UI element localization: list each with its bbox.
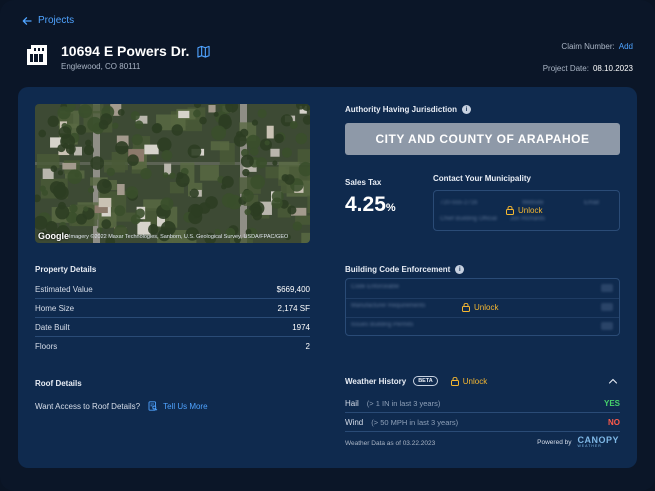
back-label: Projects <box>38 15 75 26</box>
table-row: Estimated Value $669,400 <box>35 280 310 299</box>
row-label: Estimated Value <box>35 284 93 294</box>
lock-icon <box>450 376 459 386</box>
status-badge: YES <box>603 398 620 408</box>
code-enforcement-title: Building Code Enforcement <box>345 265 451 274</box>
row-criteria: (> 50 MPH in last 3 years) <box>371 417 459 427</box>
contact-locked-box: 720-555-2716 Website Email Chief Buildin… <box>433 190 620 231</box>
code-enforcement-locked-box: Code Enforceable Manufacturer Requiremen… <box>345 278 620 336</box>
google-logo: Google <box>38 231 69 241</box>
blurred-phone: 720-555-2716 <box>440 200 478 206</box>
row-value: 2 <box>305 342 310 351</box>
property-address: 10694 E Powers Dr. <box>61 43 190 59</box>
tell-us-more-label: Tell Us More <box>163 401 208 411</box>
canopy-logo: CANOPY WEATHER <box>577 436 619 449</box>
map-attribution: Imagery ©2022 Maxar Technologies, Sanbor… <box>69 234 289 240</box>
blurred-row: Code Enforceable <box>351 284 400 290</box>
row-label: Date Built <box>35 322 70 332</box>
property-details-table: Estimated Value $669,400 Home Size 2,174 S… <box>35 280 310 356</box>
table-row: Floors 2 <box>35 337 310 356</box>
weather-history-table: Hail (> 1 IN in last 3 years) YES Wind (… <box>345 394 620 432</box>
blurred-chip <box>601 284 613 292</box>
property-card: Google Imagery ©2022 Maxar Technologies,… <box>18 87 637 468</box>
document-search-icon <box>148 401 158 411</box>
blurred-row: Issues Building Permits <box>351 322 414 328</box>
property-city: Englewood, CO 80111 <box>61 62 141 71</box>
row-label: Wind <box>345 417 364 427</box>
row-value: 2,174 SF <box>277 303 310 313</box>
satellite-map[interactable]: Google Imagery ©2022 Maxar Technologies,… <box>35 104 310 243</box>
row-value: 1974 <box>292 322 310 332</box>
app-window: Projects 10694 E Powers Dr. Englewood, C… <box>0 0 655 491</box>
blurred-chip <box>601 303 613 311</box>
page-title: 10694 E Powers Dr. <box>61 43 211 59</box>
tell-us-more-link[interactable]: Tell Us More <box>148 401 208 411</box>
powered-by: Powered by CANOPY WEATHER <box>537 436 619 449</box>
row-value: $669,400 <box>276 284 310 294</box>
claim-number: Claim Number: Add <box>561 42 633 51</box>
contact-heading: Contact Your Municipality <box>433 174 531 183</box>
beta-badge: BETA <box>413 376 438 386</box>
divider <box>346 317 619 318</box>
back-to-projects-link[interactable]: Projects <box>22 15 74 26</box>
row-label: Hail <box>345 398 359 408</box>
code-enforcement-unlock-button[interactable]: Unlock <box>462 303 498 312</box>
satellite-image <box>35 104 310 243</box>
property-details-heading: Property Details <box>35 265 97 274</box>
table-row: Date Built 1974 <box>35 318 310 337</box>
unlock-label: Unlock <box>518 206 543 215</box>
ahj-title: Authority Having Jurisdiction <box>345 105 458 114</box>
date-label: Project Date: <box>542 64 589 73</box>
table-row: Wind (> 50 MPH in last 3 years) NO <box>345 413 620 432</box>
row-label: Home Size <box>35 303 75 313</box>
divider <box>346 298 619 299</box>
weather-unlock-button[interactable]: Unlock <box>450 376 488 386</box>
weather-history-header: Weather History BETA Unlock <box>345 376 620 386</box>
sales-tax-number: 4.25 <box>345 193 386 216</box>
canopy-sub: WEATHER <box>577 444 602 448</box>
contact-unlock-button[interactable]: Unlock <box>506 206 542 215</box>
roof-details-heading: Roof Details <box>35 379 82 388</box>
sales-tax-unit: % <box>385 202 396 214</box>
date-value: 08.10.2023 <box>592 64 633 73</box>
roof-question: Want Access to Roof Details? <box>35 401 141 411</box>
weather-as-of: Weather Data as of 03.22.2023 <box>345 440 436 447</box>
project-date: Project Date: 08.10.2023 <box>543 64 633 73</box>
blurred-role: Chief Building Official <box>440 216 497 222</box>
lock-icon <box>506 206 514 215</box>
row-label: Floors <box>35 342 58 351</box>
powered-by-label: Powered by <box>537 438 572 446</box>
row-criteria: (> 1 IN in last 3 years) <box>366 398 441 408</box>
status-badge: NO <box>608 417 620 427</box>
blurred-email: Email <box>584 200 600 206</box>
unlock-label: Unlock <box>462 376 488 386</box>
building-logo-icon <box>27 45 47 65</box>
add-claim-link[interactable]: Add <box>619 42 633 51</box>
chevron-up-icon[interactable] <box>608 376 618 386</box>
roof-details-prompt: Want Access to Roof Details? Tell Us Mor… <box>35 401 208 411</box>
blurred-name: Jon Richards <box>510 216 546 222</box>
sales-tax-value: 4.25% <box>345 193 396 217</box>
table-row: Hail (> 1 IN in last 3 years) YES <box>345 394 620 413</box>
claim-label: Claim Number: <box>561 42 615 51</box>
table-row: Home Size 2,174 SF <box>35 299 310 318</box>
ahj-value: CITY AND COUNTY OF ARAPAHOE <box>345 123 620 155</box>
weather-title: Weather History <box>345 376 407 386</box>
blurred-row: Manufacturer Requirements <box>351 303 426 309</box>
map-icon[interactable] <box>197 45 211 58</box>
lock-icon <box>462 303 470 312</box>
unlock-label: Unlock <box>474 303 499 312</box>
code-enforcement-heading: Building Code Enforcement i <box>345 265 465 274</box>
blurred-chip <box>601 322 613 330</box>
ahj-heading: Authority Having Jurisdiction i <box>345 105 472 114</box>
back-arrow-icon <box>22 16 32 25</box>
sales-tax-label: Sales Tax <box>345 178 382 187</box>
info-icon[interactable]: i <box>462 105 472 114</box>
info-icon[interactable]: i <box>455 265 465 274</box>
